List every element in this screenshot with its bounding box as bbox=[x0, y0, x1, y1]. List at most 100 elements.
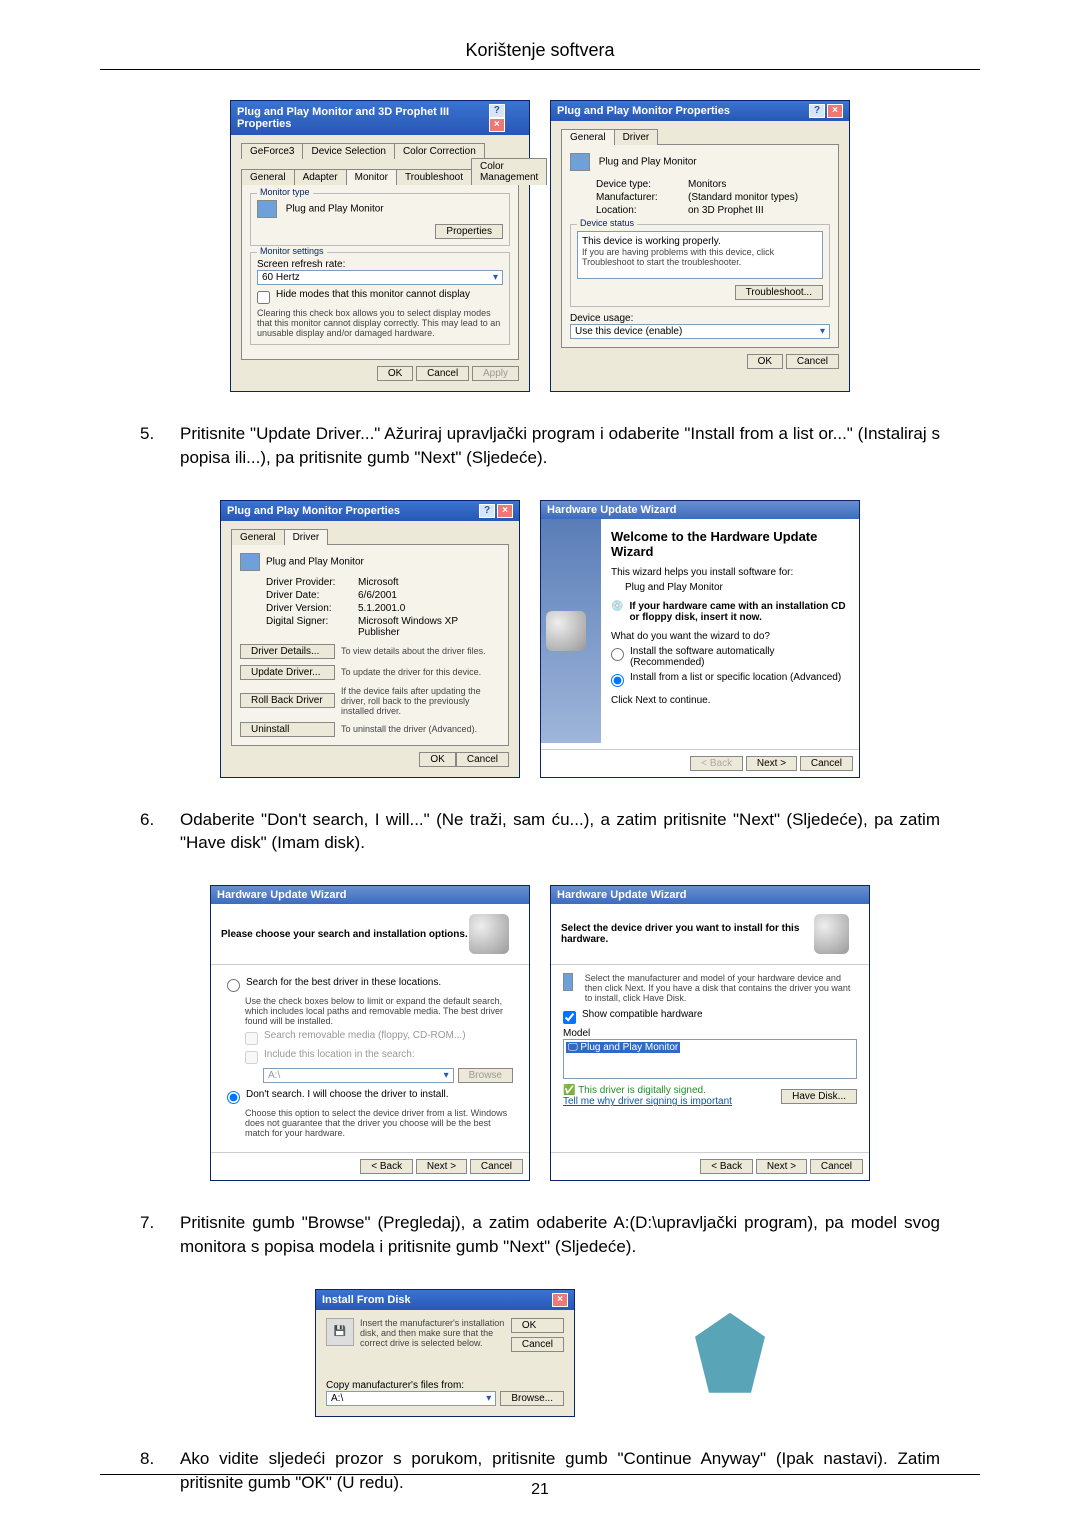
opt1: Search for the best driver in these loca… bbox=[246, 977, 441, 988]
cancel-button[interactable]: Cancel bbox=[800, 756, 853, 771]
opt-dontsearch[interactable] bbox=[227, 1091, 240, 1104]
row-4: Install From Disk× 💾 Insert the manufact… bbox=[100, 1289, 980, 1417]
show-compatible[interactable] bbox=[563, 1011, 576, 1024]
model-list[interactable]: 🖵 Plug and Play Monitor bbox=[563, 1039, 857, 1079]
opt-search[interactable] bbox=[227, 979, 240, 992]
status-text: This device is working properly. bbox=[582, 236, 818, 247]
loc-value: on 3D Prophet III bbox=[688, 205, 830, 216]
tab-general[interactable]: General bbox=[241, 169, 295, 185]
close-icon[interactable]: × bbox=[552, 1293, 568, 1307]
tab-general[interactable]: General bbox=[561, 129, 615, 145]
cancel-button[interactable]: Cancel bbox=[456, 752, 509, 767]
title-text: Hardware Update Wizard bbox=[217, 889, 347, 901]
wizard-intro: This wizard helps you install software f… bbox=[611, 567, 849, 578]
next-button[interactable]: Next > bbox=[746, 756, 797, 771]
wizard-header: Please choose your search and installati… bbox=[221, 929, 468, 940]
monitor-icon bbox=[240, 553, 260, 571]
dlg1-tabs-row2: General Adapter Monitor Troubleshoot Col… bbox=[241, 158, 519, 185]
tab-adapter[interactable]: Adapter bbox=[294, 169, 347, 185]
chevron-down-icon: ▾ bbox=[493, 272, 498, 283]
dlg-properties-3d: Plug and Play Monitor and 3D Prophet III… bbox=[230, 100, 530, 392]
step-number: 7. bbox=[140, 1211, 180, 1259]
properties-button[interactable]: Properties bbox=[435, 224, 503, 239]
close-icon[interactable]: × bbox=[497, 504, 513, 518]
row-1: Plug and Play Monitor and 3D Prophet III… bbox=[100, 100, 980, 392]
tab-color-correction[interactable]: Color Correction bbox=[394, 143, 485, 159]
refresh-combo[interactable]: 60 Hertz ▾ bbox=[257, 270, 503, 285]
manu-value: (Standard monitor types) bbox=[688, 192, 830, 203]
tab-monitor[interactable]: Monitor bbox=[346, 169, 397, 185]
cancel-button[interactable]: Cancel bbox=[810, 1159, 863, 1174]
rollback-button[interactable]: Roll Back Driver bbox=[240, 693, 335, 708]
chk-removable bbox=[245, 1032, 258, 1045]
step-5: 5. Pritisnite "Update Driver..." Ažurira… bbox=[140, 422, 940, 470]
unin-note: To uninstall the driver (Advanced). bbox=[341, 724, 500, 734]
model-label: Model bbox=[563, 1028, 857, 1039]
status-box: This device is working properly. If you … bbox=[577, 231, 823, 279]
roll-note: If the device fails after updating the d… bbox=[341, 686, 500, 716]
tab-device-selection[interactable]: Device Selection bbox=[302, 143, 394, 159]
have-disk-button[interactable]: Have Disk... bbox=[781, 1089, 857, 1104]
close-icon[interactable]: × bbox=[827, 104, 843, 118]
driver-details-button[interactable]: Driver Details... bbox=[240, 644, 335, 659]
help-icon[interactable]: ? bbox=[479, 504, 495, 518]
troubleshoot-button[interactable]: Troubleshoot... bbox=[735, 285, 823, 300]
path-v: A:\ bbox=[331, 1393, 343, 1404]
tab-geforce3[interactable]: GeForce3 bbox=[241, 143, 303, 159]
model-v: Plug and Play Monitor bbox=[580, 1042, 678, 1053]
opt1: Install the software automatically (Reco… bbox=[630, 646, 849, 668]
tab-driver[interactable]: Driver bbox=[284, 529, 329, 545]
sign-v: Microsoft Windows XP Publisher bbox=[358, 616, 500, 638]
show-chk: Show compatible hardware bbox=[582, 1009, 703, 1020]
uninstall-button[interactable]: Uninstall bbox=[240, 722, 335, 737]
back-button[interactable]: < Back bbox=[700, 1159, 753, 1174]
help-icon[interactable]: ? bbox=[809, 104, 825, 118]
ok-button[interactable]: OK bbox=[377, 366, 413, 381]
cancel-button[interactable]: Cancel bbox=[470, 1159, 523, 1174]
ok-button[interactable]: OK bbox=[511, 1318, 564, 1333]
disk-icon: 💾 bbox=[326, 1318, 354, 1346]
apply-button[interactable]: Apply bbox=[472, 366, 519, 381]
tab-driver[interactable]: Driver bbox=[614, 129, 659, 145]
back-button[interactable]: < Back bbox=[360, 1159, 413, 1174]
chk2: Include this location in the search: bbox=[264, 1049, 415, 1060]
tab-colormgmt[interactable]: Color Management bbox=[471, 158, 547, 185]
usage-combo[interactable]: Use this device (enable) ▾ bbox=[570, 324, 830, 339]
cancel-button[interactable]: Cancel bbox=[416, 366, 469, 381]
update-driver-button[interactable]: Update Driver... bbox=[240, 665, 335, 680]
next-button[interactable]: Next > bbox=[416, 1159, 467, 1174]
title-text: Plug and Play Monitor Properties bbox=[557, 105, 730, 117]
prov-l: Driver Provider: bbox=[266, 577, 356, 588]
gear-icon bbox=[814, 914, 849, 954]
next-button[interactable]: Next > bbox=[756, 1159, 807, 1174]
step-number: 6. bbox=[140, 808, 180, 856]
dlg-wizard-search: Hardware Update Wizard Please choose you… bbox=[210, 885, 530, 1181]
tab-troubleshoot[interactable]: Troubleshoot bbox=[396, 169, 472, 185]
close-icon[interactable]: × bbox=[489, 118, 505, 132]
path-combo[interactable]: A:\▾ bbox=[326, 1391, 496, 1406]
tell-link[interactable]: Tell me why driver signing is important bbox=[563, 1096, 732, 1107]
dlg-wizard-select: Hardware Update Wizard Select the device… bbox=[550, 885, 870, 1181]
opt-auto[interactable] bbox=[611, 648, 624, 661]
hide-modes-checkbox[interactable] bbox=[257, 291, 270, 304]
opt-list[interactable] bbox=[611, 674, 624, 687]
tab-general[interactable]: General bbox=[231, 529, 285, 545]
usage-value: Use this device (enable) bbox=[575, 326, 682, 337]
dev-type-label: Device type: bbox=[596, 179, 686, 190]
back-button[interactable]: < Back bbox=[690, 756, 743, 771]
ok-button[interactable]: OK bbox=[747, 354, 783, 369]
ver-v: 5.1.2001.0 bbox=[358, 603, 500, 614]
wizard-device: Plug and Play Monitor bbox=[625, 582, 849, 593]
gear-icon bbox=[469, 914, 509, 954]
cancel-button[interactable]: Cancel bbox=[786, 354, 839, 369]
monitor-icon bbox=[257, 200, 277, 218]
ok-button[interactable]: OK bbox=[419, 752, 455, 767]
title-text: Hardware Update Wizard bbox=[547, 504, 677, 516]
header-rule bbox=[100, 69, 980, 70]
cancel-button[interactable]: Cancel bbox=[511, 1337, 564, 1352]
help-icon[interactable]: ? bbox=[489, 104, 505, 118]
title-text: Hardware Update Wizard bbox=[557, 889, 687, 901]
browse-button[interactable]: Browse... bbox=[500, 1391, 564, 1406]
loc-label: Location: bbox=[596, 205, 686, 216]
monitor-type-label: Monitor type bbox=[257, 187, 313, 197]
